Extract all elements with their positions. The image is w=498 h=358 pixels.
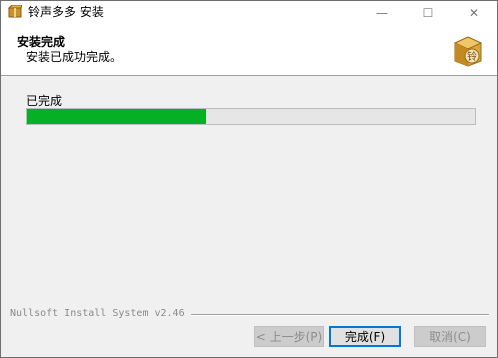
minimize-button[interactable]: — bbox=[359, 1, 405, 25]
header-panel: 安装完成 安装已成功完成。 铃 bbox=[1, 25, 497, 76]
cancel-button[interactable]: 取消(C) bbox=[414, 326, 486, 347]
page-subtitle: 安装已成功完成。 bbox=[26, 50, 123, 64]
maximize-button[interactable]: ☐ bbox=[405, 1, 451, 25]
title-bar[interactable]: 铃声多多 安装 — ☐ ✕ bbox=[1, 1, 497, 25]
back-button[interactable]: < 上一步(P) bbox=[254, 326, 324, 347]
progress-fill bbox=[27, 109, 207, 124]
progress-bar bbox=[26, 108, 476, 125]
package-icon bbox=[8, 5, 22, 18]
package-seal-icon: 铃 bbox=[453, 36, 483, 67]
window-title: 铃声多多 安装 bbox=[28, 5, 104, 19]
branding-divider bbox=[191, 314, 489, 316]
close-button[interactable]: ✕ bbox=[451, 1, 497, 25]
status-label: 已完成 bbox=[26, 94, 63, 108]
finish-button[interactable]: 完成(F) bbox=[329, 326, 401, 347]
branding-text: Nullsoft Install System v2.46 bbox=[10, 308, 185, 319]
installer-window: 铃声多多 安装 — ☐ ✕ 安装完成 安装已成功完成。 铃 已完成 Nullso… bbox=[0, 0, 498, 358]
svg-text:铃: 铃 bbox=[467, 50, 477, 63]
